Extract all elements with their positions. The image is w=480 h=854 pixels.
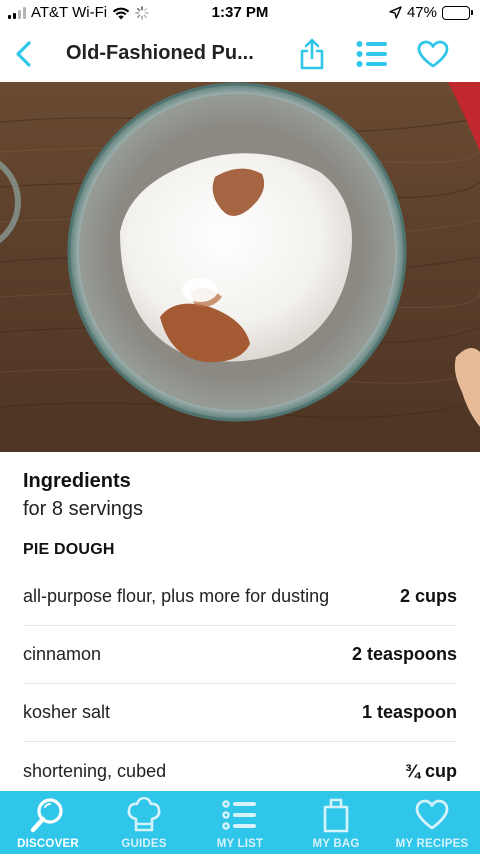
tab-my-list[interactable]: MY LIST xyxy=(192,791,288,854)
ingredient-name: shortening, cubed xyxy=(23,760,167,781)
battery-icon xyxy=(442,5,473,20)
tab-label: MY RECIPES xyxy=(395,838,469,850)
ingredient-row: all-purpose flour, plus more for dusting… xyxy=(23,568,457,626)
list-icon xyxy=(222,800,256,830)
ingredient-quantity: 2 cups xyxy=(399,586,457,606)
share-button[interactable] xyxy=(294,36,330,72)
tab-guides[interactable]: GUIDES xyxy=(96,791,192,854)
tab-discover[interactable]: DISCOVER xyxy=(0,791,96,854)
status-right: 47% xyxy=(389,4,473,21)
ingredient-row: kosher salt 1 teaspoon xyxy=(23,684,457,742)
battery-percent: 47% xyxy=(406,4,437,21)
list-button[interactable] xyxy=(354,36,390,72)
page-title: Old-Fashioned Pu... xyxy=(66,42,254,64)
bag-icon xyxy=(323,798,349,833)
ingredient-quantity: ¾ cup xyxy=(404,760,457,781)
section-heading: PIE DOUGH xyxy=(23,541,115,558)
chef-hat-icon xyxy=(127,797,161,832)
tab-label: MY BAG xyxy=(312,838,360,850)
tab-bar: DISCOVER GUIDES MY LIST MY BAG MY RECIPE… xyxy=(0,791,480,854)
tab-my-bag[interactable]: MY BAG xyxy=(288,791,384,854)
ingredient-quantity: 2 teaspoons xyxy=(351,644,457,664)
servings-label: for 8 servings xyxy=(23,498,144,520)
tab-label: GUIDES xyxy=(121,838,167,850)
favorite-button[interactable] xyxy=(415,36,451,72)
share-icon xyxy=(300,38,324,70)
heart-icon xyxy=(417,40,449,68)
ingredient-quantity: 1 teaspoon xyxy=(361,702,457,722)
heart-icon xyxy=(415,799,449,830)
list-icon xyxy=(356,41,387,67)
search-icon xyxy=(30,798,63,833)
ingredient-name: kosher salt xyxy=(23,702,111,722)
ingredients-heading: Ingredients xyxy=(23,470,131,492)
ingredient-name: cinnamon xyxy=(23,644,102,664)
tab-label: DISCOVER xyxy=(17,838,79,850)
nav-bar: Old-Fashioned Pu... xyxy=(0,28,480,82)
ingredient-name: all-purpose flour, plus more for dusting xyxy=(23,586,330,606)
tab-my-recipes[interactable]: MY RECIPES xyxy=(384,791,480,854)
ingredient-row: cinnamon 2 teaspoons xyxy=(23,626,457,684)
recipe-hero-image xyxy=(0,82,480,452)
back-button[interactable] xyxy=(8,38,38,70)
tab-label: MY LIST xyxy=(216,838,264,850)
back-chevron-icon xyxy=(16,41,31,67)
status-bar: AT&T Wi-Fi 1:37 PM 47% xyxy=(0,0,480,28)
location-arrow-icon xyxy=(389,6,402,19)
